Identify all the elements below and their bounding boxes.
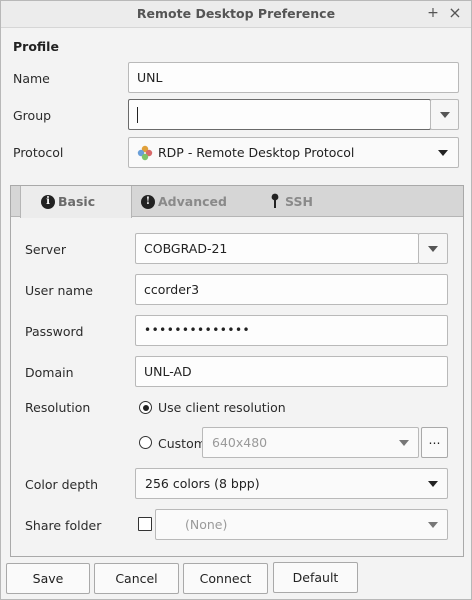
- tab-ssh-label: SSH: [285, 194, 313, 209]
- server-label: Server: [25, 242, 66, 257]
- tab-advanced[interactable]: ! Advanced: [137, 186, 247, 217]
- group-dropdown-button[interactable]: [430, 99, 459, 130]
- window-title: Remote Desktop Preference: [136, 6, 336, 21]
- server-dropdown-button[interactable]: [418, 233, 448, 264]
- chevron-down-icon: [440, 112, 450, 118]
- protocol-select[interactable]: RDP - Remote Desktop Protocol: [128, 137, 459, 168]
- custom-resolution-value: 640x480: [212, 435, 268, 450]
- radio-client-resolution[interactable]: [139, 401, 152, 414]
- chevron-down-icon: [438, 150, 448, 156]
- username-label: User name: [25, 283, 93, 298]
- domain-field[interactable]: UNL-AD: [135, 356, 448, 387]
- chevron-down-icon: [428, 522, 438, 528]
- tab-ssh[interactable]: SSH: [267, 186, 347, 217]
- group-label: Group: [13, 108, 52, 123]
- resolution-label: Resolution: [25, 400, 91, 415]
- color-depth-select[interactable]: 256 colors (8 bpp): [135, 468, 448, 499]
- color-depth-label: Color depth: [25, 477, 98, 492]
- name-field[interactable]: UNL: [128, 62, 459, 93]
- protocol-value: RDP - Remote Desktop Protocol: [158, 145, 355, 160]
- custom-resolution-label[interactable]: Custom: [158, 436, 206, 451]
- connect-button[interactable]: Connect: [183, 563, 268, 594]
- group-combo-input[interactable]: [128, 99, 431, 130]
- rdp-plugin-icon: [137, 145, 153, 161]
- preference-window: Remote Desktop Preference + × Profile Na…: [0, 0, 472, 600]
- chevron-down-icon: [399, 440, 409, 446]
- username-field[interactable]: ccorder3: [135, 274, 448, 305]
- domain-label: Domain: [25, 365, 74, 380]
- share-folder-label: Share folder: [25, 518, 102, 533]
- password-field[interactable]: ••••••••••••••: [135, 315, 448, 346]
- tab-bar: i Basic ! Advanced SSH: [11, 186, 463, 218]
- default-button[interactable]: Default: [273, 562, 358, 593]
- maximize-icon[interactable]: +: [425, 5, 441, 21]
- key-icon: [271, 193, 279, 208]
- text-caret: [137, 106, 138, 123]
- share-folder-checkbox[interactable]: [138, 517, 152, 531]
- tab-advanced-label: Advanced: [158, 194, 227, 209]
- server-combo-input[interactable]: COBGRAD-21: [135, 233, 419, 264]
- chevron-down-icon: [428, 246, 438, 252]
- title-bar[interactable]: Remote Desktop Preference + ×: [1, 1, 471, 28]
- name-label: Name: [13, 71, 50, 86]
- tab-basic[interactable]: i Basic: [20, 186, 132, 218]
- protocol-label: Protocol: [13, 145, 64, 160]
- radio-custom-resolution[interactable]: [139, 436, 152, 449]
- share-folder-value: (None): [185, 517, 228, 532]
- share-folder-chooser[interactable]: (None): [155, 509, 448, 540]
- custom-resolution-select[interactable]: 640x480: [202, 427, 419, 458]
- info-icon: i: [41, 194, 55, 209]
- password-label: Password: [25, 324, 84, 339]
- profile-section-title: Profile: [13, 39, 59, 54]
- resolution-more-button[interactable]: ...: [421, 427, 448, 458]
- close-icon[interactable]: ×: [447, 5, 463, 21]
- exclamation-icon: !: [141, 194, 155, 209]
- cancel-button[interactable]: Cancel: [94, 563, 179, 594]
- client-resolution-label[interactable]: Use client resolution: [158, 400, 286, 415]
- color-depth-value: 256 colors (8 bpp): [145, 476, 260, 491]
- chevron-down-icon: [428, 481, 438, 487]
- tab-basic-label: Basic: [58, 194, 96, 209]
- save-button[interactable]: Save: [6, 563, 90, 594]
